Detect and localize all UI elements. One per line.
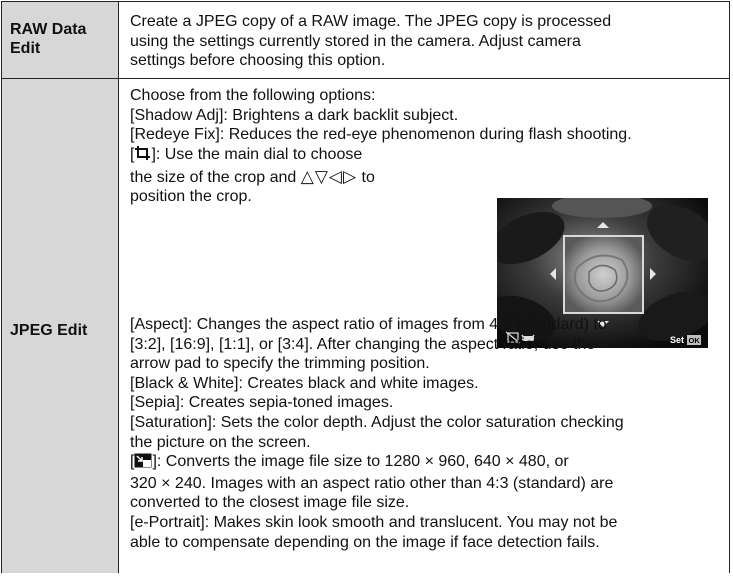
arrow-pad-icon: △▽◁▷ [300, 166, 358, 186]
table-left-rule [1, 1, 2, 573]
crop-line-2-end: to [357, 168, 375, 186]
row-header-line: Edit [10, 40, 41, 57]
aspect-line-1: [Aspect]: Changes the aspect ratio of im… [130, 316, 607, 333]
jpeg-edit-intro: Choose from the following options: [Shad… [130, 86, 632, 145]
row-header-line: RAW Data [10, 21, 87, 38]
saturation-line-1: [Saturation]: Sets the color depth. Adju… [130, 413, 624, 431]
row-header-raw-data-edit: RAW Data Edit [10, 20, 86, 58]
settings-table: RAW Data Edit Create a JPEG copy of a RA… [1, 1, 730, 573]
table-top-rule [1, 1, 730, 2]
portrait-line-1: [e-Portrait]: Makes skin look smooth and… [130, 513, 618, 531]
crop-option-text: []: Use the main dial to choose the size… [130, 145, 375, 207]
resize-icon [134, 453, 152, 474]
ok-label: OK [689, 336, 701, 345]
black-white-option: [Black & White]: Creates black and white… [130, 374, 479, 392]
crop-icon [134, 145, 151, 167]
text-line: using the settings currently stored in t… [130, 32, 581, 50]
text-line: Create a JPEG copy of a RAW image. The J… [130, 13, 612, 30]
column-divider [118, 1, 119, 573]
table-right-rule [729, 1, 730, 573]
jpeg-edit-options: [Aspect]: Changes the aspect ratio of im… [130, 315, 624, 552]
text-line: settings before choosing this option. [130, 52, 386, 70]
crop-line-1: ]: Use the main dial to choose [151, 146, 363, 163]
raw-edit-description: Create a JPEG copy of a RAW image. The J… [130, 12, 611, 71]
resize-line-3: converted to the closest image file size… [130, 494, 410, 512]
aspect-line-3: arrow pad to specify the trimming positi… [130, 355, 430, 373]
crop-line-3: position the crop. [130, 188, 252, 206]
portrait-line-2: able to compensate depending on the imag… [130, 533, 600, 551]
row-divider [1, 78, 730, 79]
row-header-jpeg-edit: JPEG Edit [10, 321, 87, 340]
aspect-line-2: [3:2], [16:9], [1:1], or [3:4]. After ch… [130, 335, 596, 353]
text-line: [Redeye Fix]: Reduces the red-eye phenom… [130, 126, 632, 144]
resize-line-1: ]: Converts the image file size to 1280 … [152, 453, 569, 471]
crop-line-2: the size of the crop and [130, 168, 301, 186]
row-header-line: JPEG Edit [10, 322, 88, 339]
resize-line-2: 320 × 240. Images with an aspect ratio o… [130, 474, 614, 492]
sepia-option: [Sepia]: Creates sepia-toned images. [130, 394, 394, 412]
text-line: [Shadow Adj]: Brightens a dark backlit s… [130, 106, 459, 124]
set-label: Set [670, 335, 684, 345]
saturation-line-2: the picture on the screen. [130, 433, 311, 451]
text-line: Choose from the following options: [130, 87, 376, 104]
